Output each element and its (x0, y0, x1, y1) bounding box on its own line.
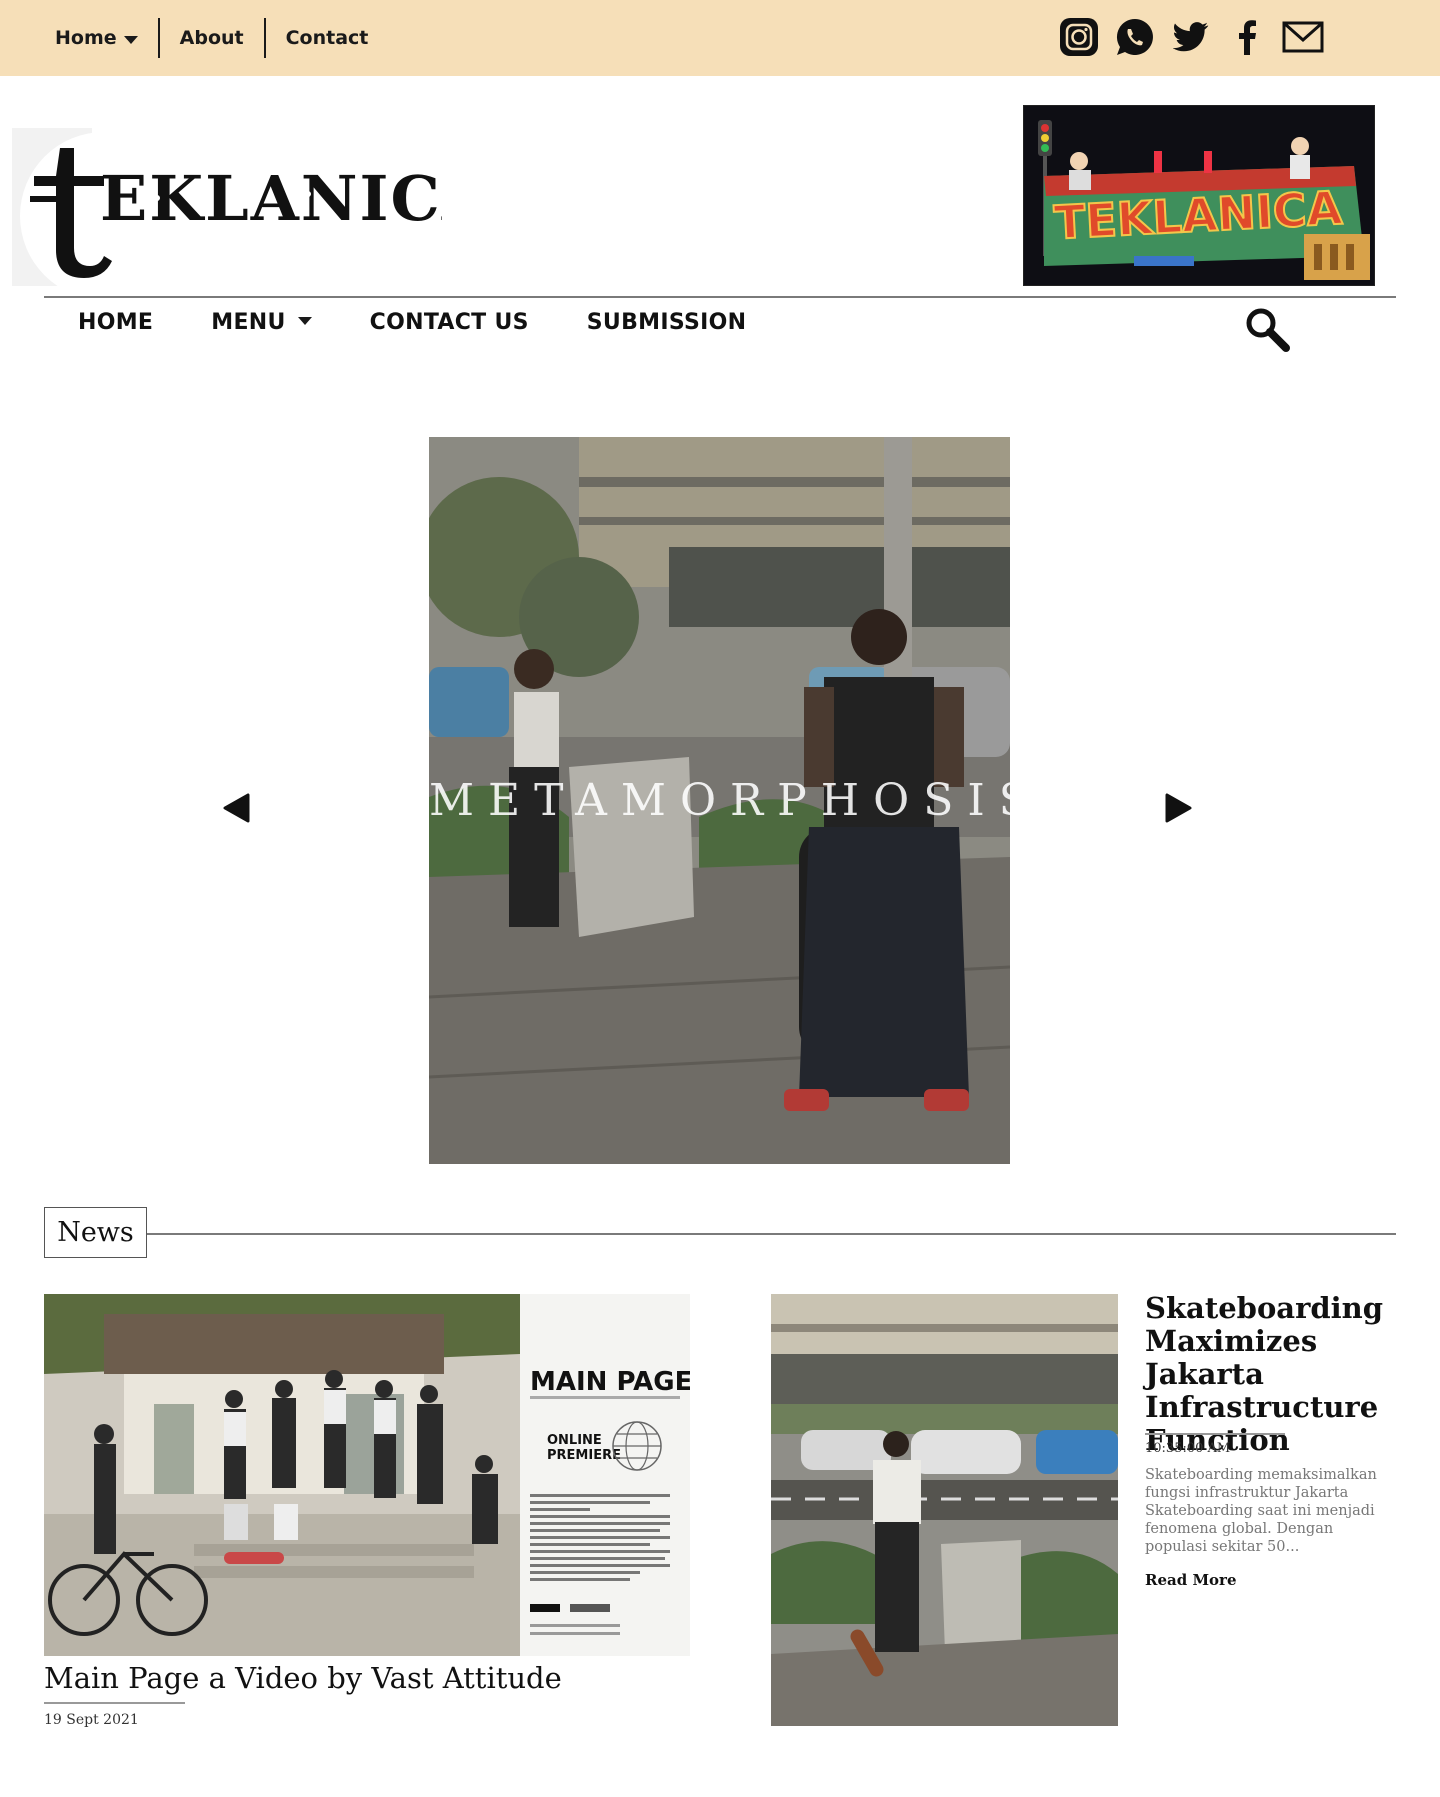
read-more-link[interactable]: Read More (1145, 1571, 1237, 1589)
nav-contact-us[interactable]: CONTACT US (370, 310, 529, 335)
news-card-time: 10:35:00 AM (1145, 1441, 1231, 1456)
news-card-date: 19 Sept 2021 (44, 1712, 139, 1728)
news-card-title[interactable]: Main Page a Video by Vast Attitude (44, 1661, 562, 1695)
svg-text:PREMIERE: PREMIERE (547, 1448, 621, 1463)
divider (157, 18, 160, 58)
mail-icon[interactable] (1282, 16, 1324, 58)
triangle-left-icon (223, 793, 250, 823)
divider (263, 18, 266, 58)
slider-next-button[interactable] (1164, 792, 1194, 824)
nav-submission[interactable]: SUBMISSION (587, 310, 747, 335)
nav-menu[interactable]: MENU (211, 309, 312, 335)
slide-title: METAMORPHOSIS (429, 775, 1010, 826)
top-nav: Home About Contact (55, 0, 388, 76)
nav-home[interactable]: HOME (78, 310, 153, 335)
news-card-image[interactable] (771, 1294, 1118, 1726)
news-section-label: News (44, 1207, 147, 1258)
top-nav-contact[interactable]: Contact (286, 27, 389, 49)
nav-contact-us-label: CONTACT US (369, 309, 529, 335)
logo-text: EKLANICA (100, 162, 442, 235)
slider-image[interactable]: METAMORPHOSIS (429, 437, 1010, 1164)
news-rule (147, 1233, 1396, 1235)
slider-prev-button[interactable] (221, 792, 251, 824)
twitter-icon[interactable] (1170, 16, 1212, 58)
nav-home-label: HOME (78, 309, 154, 335)
top-bar: Home About Contact (0, 0, 1440, 76)
header-rule (44, 296, 1396, 298)
divider (1145, 1433, 1285, 1435)
site-logo[interactable]: EKLANICA (12, 128, 490, 300)
header-banner[interactable]: TEKLANICA (1023, 105, 1375, 286)
news-card-image[interactable]: MAIN PAGE ONLINE PREMIERE (44, 1294, 690, 1656)
svg-text:ONLINE: ONLINE (547, 1433, 602, 1448)
news-card-excerpt: Skateboarding memaksimalkan fungsi infra… (1145, 1467, 1377, 1555)
search-icon[interactable] (1244, 306, 1290, 352)
nav-submission-label: SUBMISSION (586, 309, 747, 335)
divider (44, 1702, 185, 1704)
whatsapp-icon[interactable] (1114, 16, 1156, 58)
main-nav: HOME MENU CONTACT US SUBMISSION (78, 302, 804, 342)
top-nav-home-label: Home (55, 27, 117, 49)
poster-heading: MAIN PAGE (530, 1367, 690, 1397)
top-nav-home[interactable]: Home (55, 27, 158, 49)
top-nav-about-label: About (179, 27, 244, 49)
nav-menu-label: MENU (211, 309, 286, 335)
top-nav-about[interactable]: About (180, 27, 264, 49)
chevron-down-icon (297, 317, 312, 325)
social-links (1058, 16, 1324, 58)
instagram-icon[interactable] (1058, 16, 1100, 58)
chevron-down-icon (123, 35, 138, 44)
triangle-right-icon (1165, 793, 1192, 823)
facebook-icon[interactable] (1226, 16, 1268, 58)
top-nav-contact-label: Contact (285, 27, 369, 49)
